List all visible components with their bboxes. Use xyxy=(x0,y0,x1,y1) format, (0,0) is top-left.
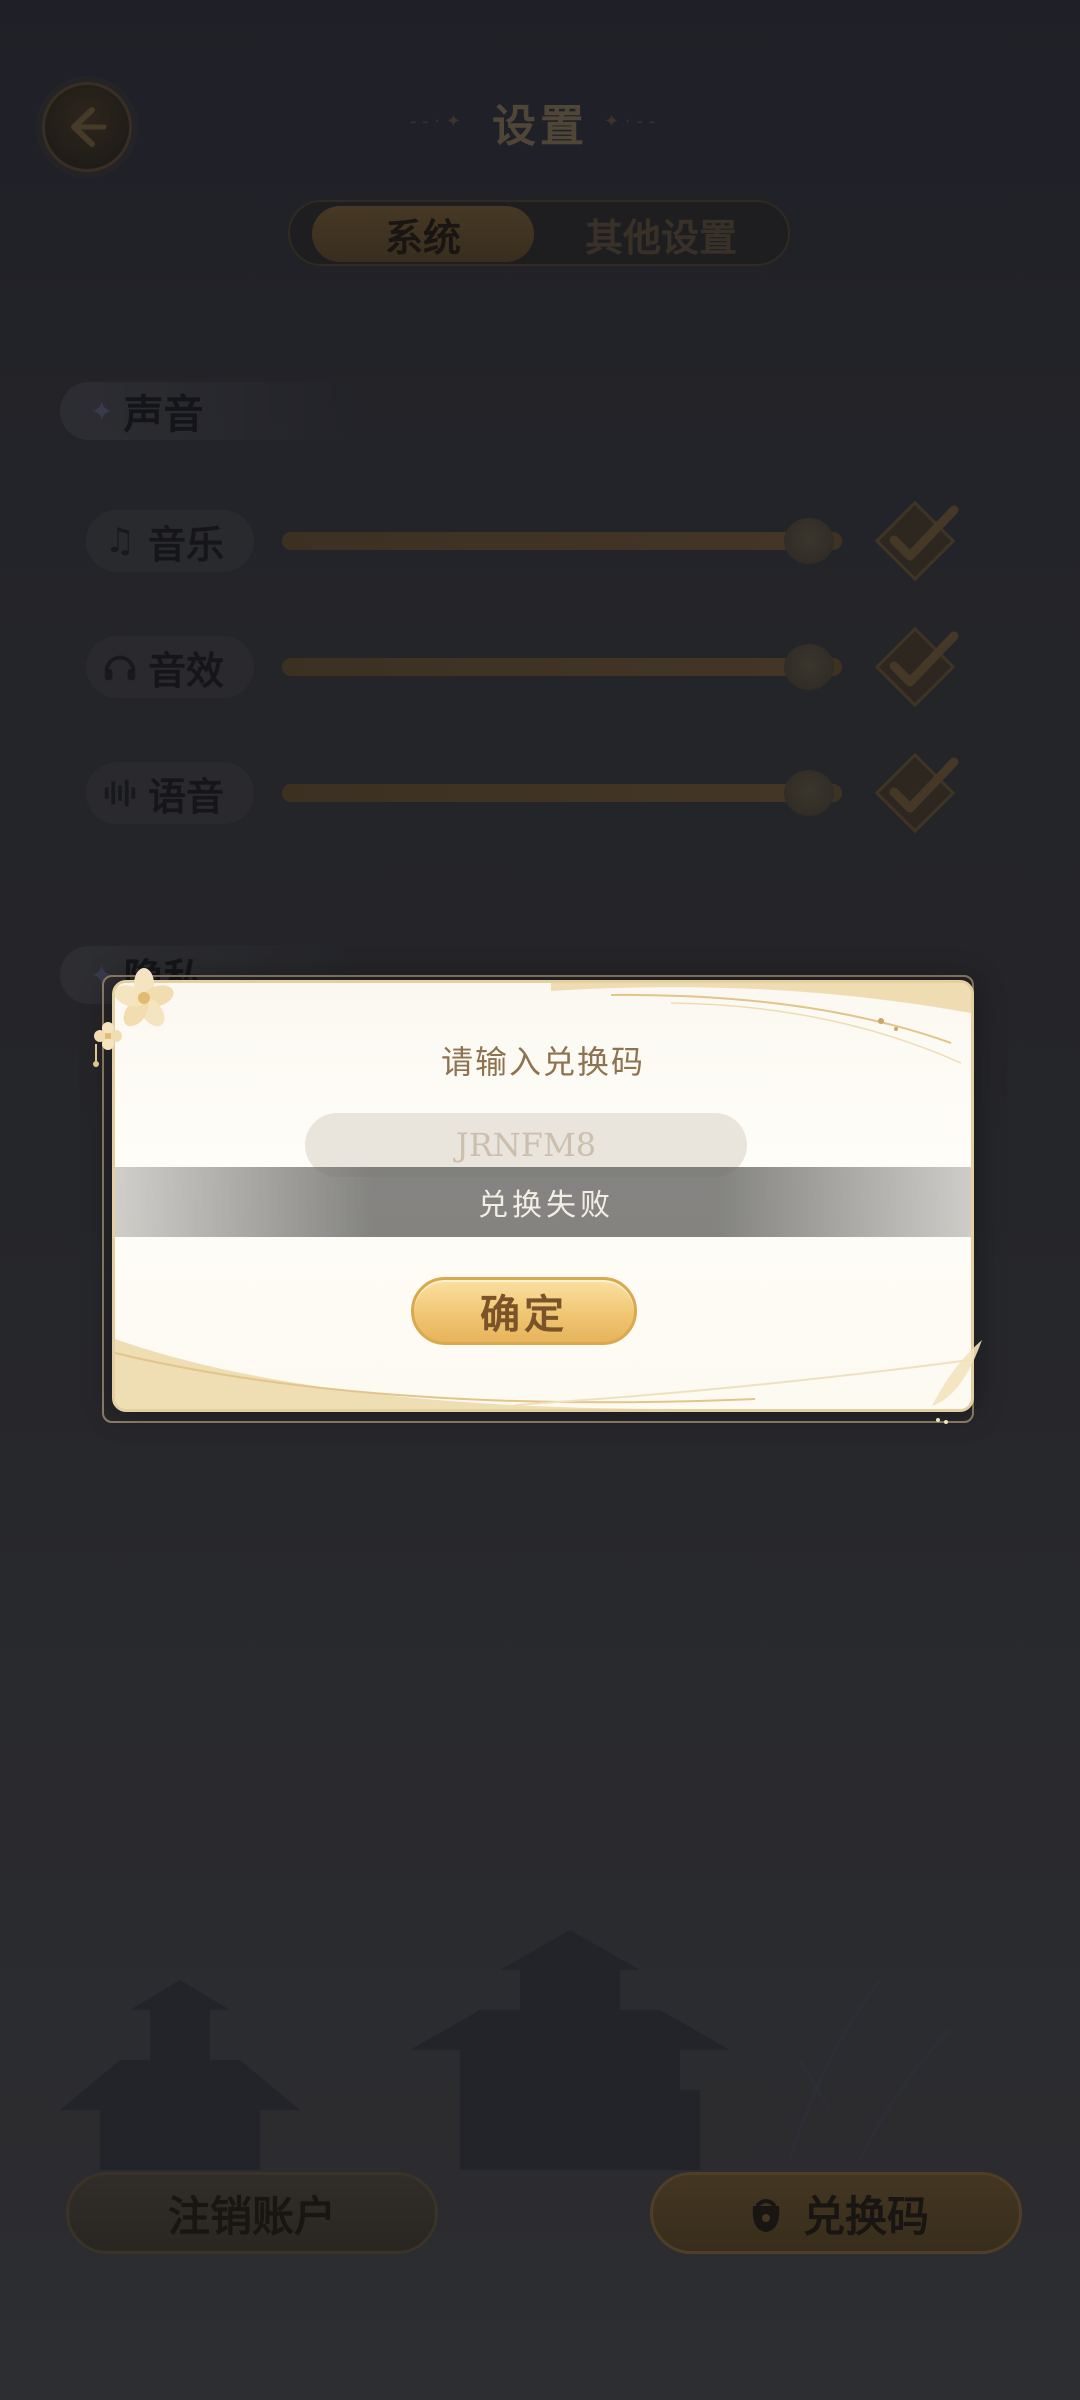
redeem-code-dialog: 请输入兑换码 兑换失败 确定 xyxy=(112,980,974,1412)
leaf-sparkle-icon xyxy=(932,1340,982,1424)
gold-swoosh-bottom xyxy=(115,1339,971,1409)
settings-screen: - - · ✦ 设置 ✦ · - - 系统 其他设置 ✦ 声音 ♫ 音乐 音效 … xyxy=(0,0,1080,2400)
flower-ornament-icon xyxy=(93,968,174,1067)
dialog-title: 请输入兑换码 xyxy=(440,1043,645,1081)
redeem-failed-toast: 兑换失败 xyxy=(115,1167,971,1237)
